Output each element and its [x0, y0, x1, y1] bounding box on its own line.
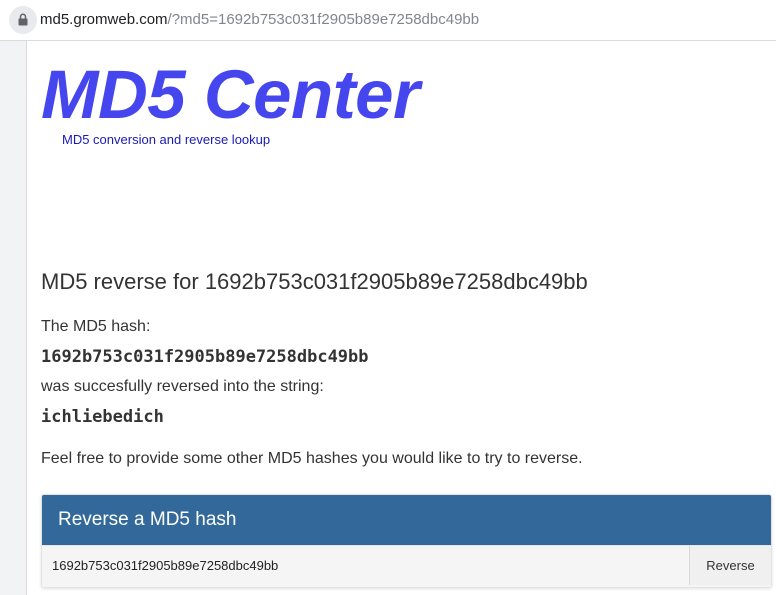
reversed-string: ichliebedich [41, 407, 164, 427]
address-bar[interactable]: md5.gromweb.com/?md5=1692b753c031f2905b8… [0, 0, 776, 41]
url-text[interactable]: md5.gromweb.com/?md5=1692b753c031f2905b8… [40, 11, 479, 29]
panel-title: Reverse a MD5 hash [58, 509, 237, 530]
lock-icon[interactable] [9, 6, 37, 34]
page-left-gutter [0, 41, 27, 595]
page-title: MD5 reverse for 1692b753c031f2905b89e725… [41, 269, 588, 294]
site-tagline: MD5 conversion and reverse lookup [62, 132, 271, 147]
reversed-label: was succesfully reversed into the string… [41, 378, 324, 395]
hash-value: 1692b753c031f2905b89e7258dbc49bb [41, 347, 369, 367]
invite-text: Feel free to provide some other MD5 hash… [41, 450, 583, 467]
url-path: /?md5=1692b753c031f2905b89e7258dbc49bb [167, 11, 480, 28]
hash-label: The MD5 hash: [41, 318, 151, 335]
site-logo[interactable]: MD5 Center [41, 56, 420, 134]
panel-body: Reverse [42, 545, 771, 587]
reverse-button[interactable]: Reverse [689, 545, 771, 585]
reverse-form-panel: Reverse a MD5 hash Reverse [41, 494, 772, 588]
url-host: md5.gromweb.com [40, 11, 168, 28]
panel-header: Reverse a MD5 hash [42, 495, 771, 545]
hash-input[interactable] [42, 545, 689, 585]
